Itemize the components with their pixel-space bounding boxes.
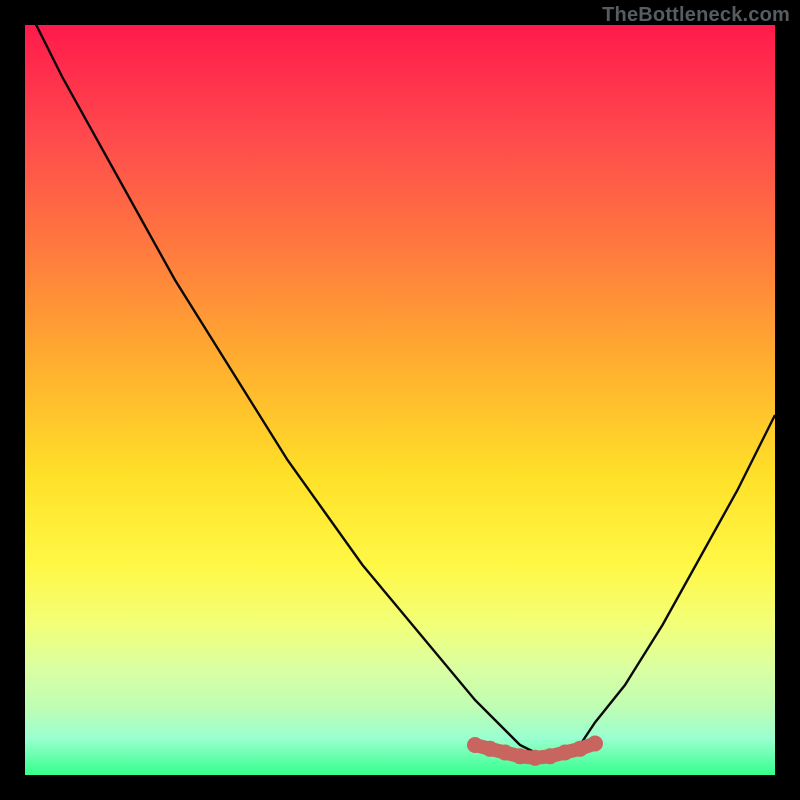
attribution-label: TheBottleneck.com: [602, 4, 790, 27]
optimal-marker: [572, 741, 588, 757]
optimal-marker: [587, 736, 603, 752]
optimal-marker: [542, 748, 558, 764]
chart-svg: [25, 25, 775, 775]
optimal-marker: [527, 750, 543, 766]
chart-frame: TheBottleneck.com: [0, 0, 800, 800]
plot-area: [25, 25, 775, 775]
optimal-marker: [497, 745, 513, 761]
optimal-marker: [512, 748, 528, 764]
optimal-marker: [467, 737, 483, 753]
optimal-marker: [557, 745, 573, 761]
optimal-marker: [482, 741, 498, 757]
bottleneck-curve: [25, 25, 775, 760]
